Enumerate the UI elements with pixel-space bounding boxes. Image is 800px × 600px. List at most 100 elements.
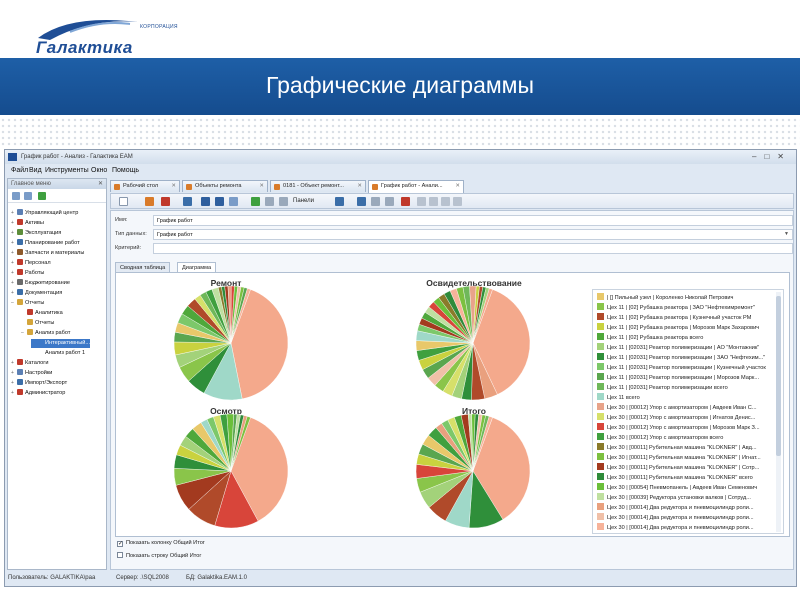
legend-swatch xyxy=(597,373,604,380)
nav-item-icon xyxy=(17,369,23,375)
nav-item[interactable]: Аналитика xyxy=(21,309,63,318)
nav-item-label: Администратор xyxy=(25,390,66,396)
nav-item-label: Документация xyxy=(25,290,63,296)
legend-swatch xyxy=(597,313,604,320)
nav-item-icon xyxy=(17,229,23,235)
checkbox-icon[interactable] xyxy=(117,552,123,558)
close-icon[interactable]: ✕ xyxy=(98,180,103,187)
legend-swatch xyxy=(597,303,604,310)
tab-close-icon[interactable]: ✕ xyxy=(357,183,362,189)
tab-work-schedule-analysis[interactable]: График работ - Анали... ✕ xyxy=(368,180,464,193)
nav-item-icon xyxy=(27,319,33,325)
nav-item[interactable]: – Отчеты xyxy=(11,299,44,308)
settings-icon[interactable] xyxy=(335,197,344,206)
filter-icon[interactable] xyxy=(401,197,410,206)
print-icon[interactable] xyxy=(279,197,288,206)
legend-swatch xyxy=(597,393,604,400)
tab-repair-object-0181[interactable]: 0181 - Объект ремонт... ✕ xyxy=(270,180,366,192)
save-icon[interactable] xyxy=(201,197,210,206)
name-input[interactable]: График работ xyxy=(153,215,793,226)
legend-item: Цех 11 | [02031] Реактор полимеризации |… xyxy=(597,353,765,363)
chart-pane: Ремонт Освидетельствование Осмотр Итого … xyxy=(115,272,790,537)
tab-close-icon[interactable]: ✕ xyxy=(455,183,460,189)
nav-item[interactable]: + Работы xyxy=(11,269,44,278)
tab-close-icon[interactable]: ✕ xyxy=(171,183,176,189)
legend-label: Цех 30 | [00012] Упор с амортизатором | … xyxy=(607,405,757,411)
legend-label: Цех 30 | [00011] Рубительная машина "KLO… xyxy=(607,445,757,451)
data-type-label: Тип данных: xyxy=(115,231,147,237)
tab-chart[interactable]: Диаграмма xyxy=(177,262,217,272)
menu-file[interactable]: Файл xyxy=(11,167,28,174)
legend-item: Цех 30 | [00011] Рубительная машина "KLO… xyxy=(597,463,759,473)
print-icon[interactable] xyxy=(371,197,380,206)
nav-item[interactable]: + Каталоги xyxy=(11,359,48,368)
main-menu-panel: Главное меню ✕ + Управляющий центр + Активы… xyxy=(7,178,107,570)
main-menu-title: Главное меню xyxy=(11,181,51,187)
nav-item[interactable]: + Администратор xyxy=(11,389,65,398)
legend-swatch xyxy=(597,403,604,410)
checkbox-icon[interactable]: ✓ xyxy=(117,541,123,547)
legend-item: Цех 11 | [02] Рубашка реактора | Морозов… xyxy=(597,323,759,333)
export-icon[interactable] xyxy=(357,197,366,206)
last-record-icon[interactable] xyxy=(453,197,462,206)
nav-item[interactable]: + Активы xyxy=(11,219,44,228)
nav-item[interactable]: Отчеты xyxy=(21,319,54,328)
status-bar: Пользователь: GALAKTIKA\paa Сервер: .\SQ… xyxy=(4,573,797,587)
nav-item[interactable]: + Бюджетирование xyxy=(11,279,70,288)
menu-help[interactable]: Помощь xyxy=(112,167,139,174)
refresh-icon[interactable] xyxy=(251,197,260,206)
legend-scrollbar[interactable] xyxy=(776,292,781,532)
tab-repair-objects[interactable]: Объекты ремонта ✕ xyxy=(182,180,268,192)
next-record-icon[interactable] xyxy=(441,197,450,206)
legend-item: Цех 11 | [02] Рубашка реактора | ЗАО "Не… xyxy=(597,303,755,313)
legend-swatch xyxy=(597,413,604,420)
menu-view[interactable]: Вид xyxy=(29,167,42,174)
undo-icon[interactable] xyxy=(183,197,192,206)
legend-label: Цех 30 | [00011] Рубительная машина "KLO… xyxy=(607,455,761,461)
nav-item[interactable]: + Планирование работ xyxy=(11,239,80,248)
expand-all-icon[interactable] xyxy=(12,192,20,200)
nav-item[interactable]: + Запчасти и материалы xyxy=(11,249,84,258)
menu-tools[interactable]: Инструменты xyxy=(45,167,89,174)
window-controls[interactable]: –□✕ xyxy=(752,152,792,161)
legend-swatch xyxy=(597,443,604,450)
show-total-column-checkbox[interactable]: ✓ Показать колонку Общий Итог xyxy=(117,540,205,547)
tab-desktop[interactable]: Рабочий стол ✕ xyxy=(110,180,180,192)
open-icon[interactable] xyxy=(145,197,154,206)
save-all-icon[interactable] xyxy=(215,197,224,206)
menu-window[interactable]: Окно xyxy=(91,167,107,174)
refresh-icon[interactable] xyxy=(38,192,46,200)
print-preview-icon[interactable] xyxy=(265,197,274,206)
copy-icon[interactable] xyxy=(229,197,238,206)
collapse-all-icon[interactable] xyxy=(24,192,32,200)
legend-swatch xyxy=(597,523,604,530)
nav-item[interactable]: + Управляющий центр xyxy=(11,209,78,218)
logo-corporation-text: КОРПОРАЦИЯ xyxy=(140,24,178,30)
nav-item-icon xyxy=(17,359,23,365)
nav-item[interactable]: + Персонал xyxy=(11,259,51,268)
nav-item[interactable]: + Настройки xyxy=(11,369,52,378)
nav-item[interactable]: + Эксплуатация xyxy=(11,229,61,238)
nav-item[interactable]: Анализ работ 1 xyxy=(31,349,85,358)
nav-item[interactable]: + Импорт/Экспорт xyxy=(11,379,67,388)
status-user: Пользователь: GALAKTIKA\paa xyxy=(8,575,96,581)
data-type-select[interactable]: График работ ▼ xyxy=(153,229,793,240)
legend-swatch xyxy=(597,293,604,300)
nav-item[interactable]: Интерактивный... xyxy=(31,339,91,348)
legend-item: Цех 11 | [02031] Реактор полимеризации в… xyxy=(597,383,728,393)
panels-button[interactable]: Панели xyxy=(293,198,314,204)
nav-item[interactable]: – Анализ работ xyxy=(21,329,70,338)
prev-record-icon[interactable] xyxy=(429,197,438,206)
tab-pivot-table[interactable]: Сводная таблица xyxy=(115,262,171,272)
first-record-icon[interactable] xyxy=(417,197,426,206)
delete-icon[interactable] xyxy=(161,197,170,206)
legend-label: Цех 11 | [02] Рубашка реактора всего xyxy=(607,335,704,341)
new-document-icon[interactable] xyxy=(119,197,128,206)
print-setup-icon[interactable] xyxy=(385,197,394,206)
legend-label: Цех 30 | [00012] Упор с амортизатором | … xyxy=(607,415,756,421)
show-total-row-checkbox[interactable]: Показать строку Общий Итог xyxy=(117,552,201,559)
tab-close-icon[interactable]: ✕ xyxy=(259,183,264,189)
chevron-down-icon[interactable]: ▼ xyxy=(784,231,789,237)
nav-item[interactable]: + Документация xyxy=(11,289,62,298)
criteria-input[interactable] xyxy=(153,243,793,254)
